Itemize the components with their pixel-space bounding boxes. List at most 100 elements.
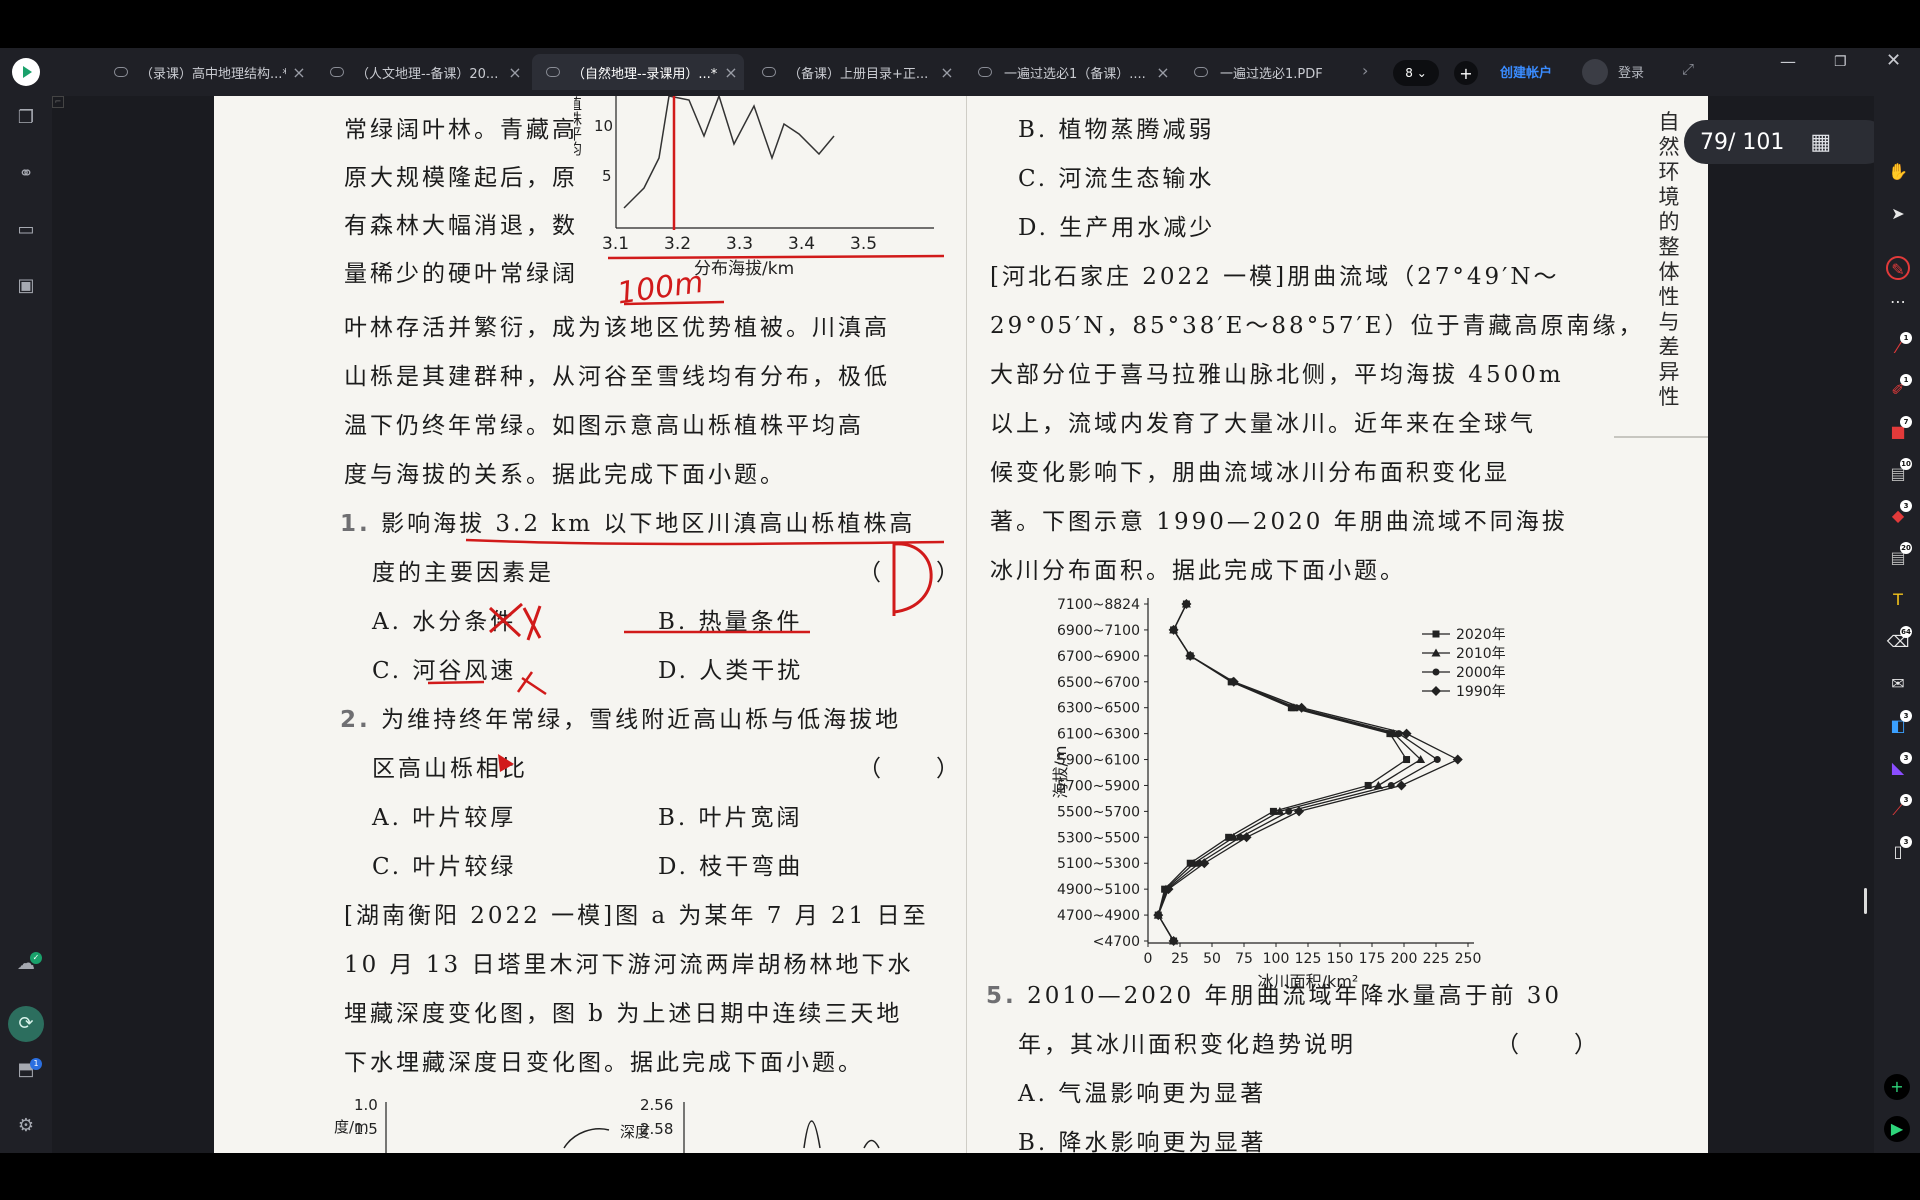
new-tab-button[interactable]: +	[1454, 61, 1478, 85]
chapter-side-heading: 自然环境的整体性与差异性	[1658, 110, 1680, 409]
handwritten-red-underline	[607, 254, 945, 260]
thumbnail-grid-icon[interactable]: ▦	[1810, 130, 1831, 155]
tab-count-dropdown[interactable]: 8 ⌄	[1393, 60, 1439, 86]
hand-tool-icon[interactable]: ✋	[1886, 160, 1910, 184]
cloud-icon	[978, 67, 992, 77]
highlighter-count-badge: 3	[1900, 710, 1912, 722]
create-account-link[interactable]: 创建帐户	[1500, 62, 1552, 81]
glacier-point-0	[1403, 756, 1411, 764]
passage2-line-2: 10 月 13 日塔里木河下游河流两岸胡杨林地下水	[344, 952, 914, 978]
eraser-count-badge: 64	[1900, 626, 1912, 638]
maximize-icon[interactable]: ❐	[1834, 54, 1847, 70]
pointer-icon[interactable]: ➤	[1886, 202, 1910, 226]
glacier-xtick-label: 125	[1295, 951, 1322, 967]
glacier-point-2	[1285, 807, 1293, 815]
chart-b-tick-2: 2.58	[640, 1120, 673, 1138]
sidebar-collapse-handle[interactable]: ⌐	[52, 96, 64, 108]
more-options-icon[interactable]: ⋯	[1886, 290, 1910, 314]
tab-count-value: 8	[1405, 66, 1413, 80]
page-indicator[interactable]: 79/ 101 ▦	[1684, 120, 1888, 164]
intro-line-5: 叶林存活并繁衍，成为该地区优势植被。川滇高	[344, 315, 890, 341]
notification-badge: 1	[30, 1058, 42, 1070]
glacier-ytick-label: 4900~5100	[1057, 882, 1140, 898]
q1-stem-line-2: 度的主要因素是	[372, 560, 554, 586]
close-icon[interactable]: ×	[1150, 63, 1176, 82]
text-tool-icon[interactable]: T	[1886, 588, 1910, 612]
binoculars-icon[interactable]: ⚭	[14, 162, 38, 186]
glacier-xtick-label: 25	[1171, 951, 1189, 967]
tab-3-active[interactable]: （自然地理--录课用）...* ×	[532, 54, 744, 90]
glacier-xtick-label: 75	[1235, 951, 1253, 967]
glacier-point-3	[1199, 858, 1210, 869]
q5-option-b: B. 降水影响更为显著	[1018, 1130, 1267, 1153]
q2-option-d: D. 枝干弯曲	[658, 854, 804, 880]
note-icon[interactable]: ✉	[1886, 672, 1910, 696]
tab-4[interactable]: （备课）上册目录+正... ×	[748, 54, 960, 90]
passage2-line-3: 埋藏深度变化图，图 b 为上述日期中连续三天地	[344, 1001, 903, 1027]
settings-gear-icon[interactable]: ⚙	[14, 1114, 38, 1138]
chart-b-tick-1: 2.56	[640, 1096, 673, 1114]
window-close-icon[interactable]: ✕	[1886, 50, 1901, 71]
chart-b-line	[803, 1120, 880, 1149]
passage-line-4: 以上，流域内发育了大量冰川。近年来在全球气	[990, 411, 1536, 437]
tab-title: （备课）上册目录+正...	[788, 66, 929, 82]
close-icon[interactable]: ×	[286, 63, 312, 82]
add-tool-button[interactable]: +	[1884, 1074, 1910, 1100]
intro-line-1: 常绿阔叶林。青藏高	[344, 117, 578, 143]
red-pen-icon[interactable]: ✎	[1886, 256, 1910, 280]
q2-option-a: A. 叶片较厚	[372, 805, 517, 831]
save-icon[interactable]: ▣	[14, 274, 38, 298]
pages-icon[interactable]: ❐	[14, 106, 38, 130]
tab-1[interactable]: （录课）高中地理结构...* ×	[100, 54, 312, 90]
stamp-count-badge: 10	[1900, 458, 1912, 470]
tab-title: （自然地理--录课用）...*	[572, 66, 718, 82]
q5-line1-text: 2010—2020 年朋曲流域年降水量高于前 30	[1027, 983, 1563, 1009]
intro-line-8: 度与海拔的关系。据此完成下面小题。	[344, 462, 786, 488]
login-link[interactable]: 登录	[1618, 62, 1644, 81]
annotation-toolbar: ✋ ➤ ✎ ⋯ ⁄ 1 ✐ 1 ■ 7 ▤ 10 ◆ 3 ▤ 20 T ⌫ 64…	[1874, 96, 1920, 1153]
oak-chart-xtick-35: 3.5	[850, 234, 877, 254]
chevron-right-icon[interactable]: ›	[1362, 61, 1368, 80]
page-count-badge: 3	[1900, 836, 1912, 848]
marker-count-badge: 1	[1900, 332, 1912, 344]
tab-6[interactable]: 一遍过选必1.PDF	[1180, 54, 1392, 90]
oak-chart-line	[623, 96, 835, 209]
q2-line1-text: 为维持终年常绿，雪线附近高山栎与低海拔地	[381, 707, 902, 733]
close-icon[interactable]: ×	[718, 63, 744, 82]
glacier-point-3	[1452, 754, 1463, 765]
glacier-xtick-label: 250	[1455, 951, 1482, 967]
fullscreen-icon[interactable]: ⤢	[1682, 60, 1694, 78]
cloud-icon	[114, 67, 128, 77]
glacier-legend-label-2: 2000年	[1456, 665, 1506, 681]
user-avatar-icon[interactable]	[1582, 59, 1608, 85]
red-pen-cursor	[498, 754, 514, 772]
tab-5[interactable]: 一遍过选必1（备课）.... ×	[964, 54, 1176, 90]
glacier-xtick-label: 175	[1359, 951, 1386, 967]
glacier-xtick-label: 200	[1391, 951, 1418, 967]
app-logo-icon[interactable]	[12, 58, 40, 86]
passage2-line-4: 下水埋藏深度日变化图。据此完成下面小题。	[344, 1050, 864, 1076]
bottom-letterbox	[0, 1153, 1920, 1200]
intro-line-6: 山栎是其建群种，从河谷至雪线均有分布，极低	[344, 364, 890, 390]
scrollbar-thumb[interactable]	[1864, 888, 1867, 914]
play-icon[interactable]: ▶	[1884, 1116, 1910, 1142]
glacier-ytick-label: 6500~6700	[1057, 675, 1140, 691]
cloud-icon	[762, 67, 776, 77]
glacier-ytick-label: 5300~5500	[1057, 830, 1140, 846]
refresh-icon[interactable]: ⟳	[8, 1006, 44, 1042]
close-icon[interactable]: ×	[502, 63, 528, 82]
passage-line-7: 冰川分布面积。据此完成下面小题。	[990, 558, 1406, 584]
glacier-ytick-label: 7100~8824	[1057, 597, 1140, 613]
groundwater-charts-partial: 度/m 1.0 1.5 深度 2.56 2.58	[334, 1096, 880, 1153]
glacier-ytick-label: 5100~5300	[1057, 856, 1140, 872]
top-letterbox	[0, 0, 1920, 48]
glacier-point-3	[1241, 832, 1252, 843]
minimize-icon[interactable]: —	[1780, 52, 1796, 71]
tab-title: （人文地理--备课）20...	[356, 66, 499, 82]
handwritten-cross-marks	[427, 602, 810, 696]
sync-ok-badge: ✓	[30, 952, 42, 964]
tab-2[interactable]: （人文地理--备课）20... ×	[316, 54, 528, 90]
keyboard-icon[interactable]: ▭	[14, 218, 38, 242]
passage-line-6: 著。下图示意 1990—2020 年朋曲流域不同海拔	[990, 509, 1568, 535]
close-icon[interactable]: ×	[934, 63, 960, 82]
